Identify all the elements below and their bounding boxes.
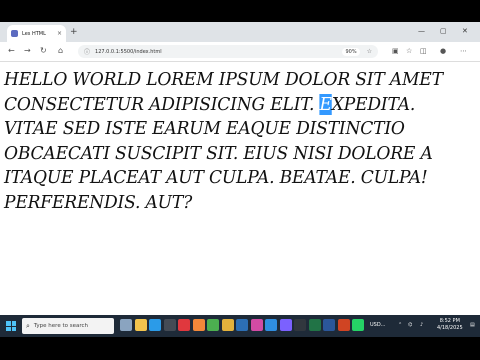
maximize-button[interactable]: ▢ (440, 25, 447, 37)
search-icon: ⌕ (26, 321, 30, 330)
minimize-button[interactable]: — (418, 25, 425, 37)
collections-icon[interactable]: ◫ (420, 47, 427, 56)
clock[interactable]: 8:52 PM 4/18/2025 (437, 318, 463, 332)
home-icon[interactable]: ⌂ (58, 45, 63, 57)
tab-title: Les HTML (22, 30, 46, 37)
browser-tab[interactable]: Les HTML × (7, 25, 66, 42)
volume-icon[interactable]: ♪ (420, 322, 423, 328)
taskbar: ⌕ Type here to search USD... ⌃ ⌬ ♪ 8:52 … (0, 315, 480, 337)
chrome-icon[interactable] (207, 319, 219, 331)
vscode-icon[interactable] (265, 319, 277, 331)
address-bar[interactable]: ⓘ 127.0.0.1:5500/index.html 90% ☆ (78, 45, 378, 58)
star-icon[interactable]: ☆ (367, 48, 372, 55)
page-content: HELLO WORLD LOREM IPSUM DOLOR SIT AMET C… (4, 68, 476, 215)
clock-date: 4/18/2025 (437, 325, 463, 331)
desktop-screen: Les HTML × + — ▢ ✕ ← → ↻ ⌂ ⓘ 127.0.0.1:5… (0, 22, 480, 337)
opera-icon[interactable] (178, 319, 190, 331)
close-window-button[interactable]: ✕ (462, 25, 468, 37)
paint-icon[interactable] (221, 319, 234, 331)
url-text: 127.0.0.1:5500/index.html (95, 48, 162, 55)
currency-widget[interactable]: USD... (370, 322, 385, 328)
search-placeholder: Type here to search (33, 323, 88, 329)
tray-overflow-icon[interactable]: ⌃ (398, 322, 402, 328)
terminal-icon[interactable] (163, 319, 176, 331)
firefox-icon[interactable] (192, 319, 205, 331)
whatsapp-icon[interactable] (352, 319, 364, 331)
powerpoint-icon[interactable] (337, 319, 350, 331)
extensions-icon[interactable]: ▣ (392, 47, 399, 56)
menu-icon[interactable]: ⋯ (460, 47, 467, 56)
browser-tabstrip: Les HTML × + — ▢ ✕ (0, 22, 480, 42)
task-view-icon[interactable] (120, 319, 132, 331)
back-arrow-icon[interactable]: ← (8, 45, 15, 57)
notification-icon[interactable]: ▤ (470, 322, 475, 328)
photoshop-icon[interactable] (236, 319, 248, 331)
xd-icon[interactable] (250, 319, 263, 331)
windows-start-icon[interactable] (3, 318, 19, 334)
new-tab-button[interactable]: + (70, 26, 78, 38)
word-icon[interactable] (323, 319, 335, 331)
tab-favicon-icon (11, 30, 18, 37)
selected-text[interactable]: E (319, 93, 332, 115)
figma-icon[interactable] (279, 319, 292, 331)
site-info-icon[interactable]: ⓘ (84, 47, 90, 56)
reload-icon[interactable]: ↻ (40, 45, 47, 57)
taskbar-search[interactable]: ⌕ Type here to search (22, 318, 114, 334)
network-icon[interactable]: ⌬ (408, 322, 412, 328)
paragraph-text: HELLO WORLD LOREM IPSUM DOLOR SIT AMET C… (4, 68, 452, 215)
clock-time: 8:52 PM (439, 318, 460, 324)
excel-icon[interactable] (308, 319, 321, 331)
favorites-icon[interactable]: ☆ (406, 47, 412, 56)
browser-toolbar: ← → ↻ ⌂ ⓘ 127.0.0.1:5500/index.html 90% … (0, 42, 480, 62)
forward-arrow-icon[interactable]: → (24, 45, 31, 57)
zoom-level-badge[interactable]: 90% (342, 47, 360, 56)
edge-icon[interactable] (149, 319, 161, 331)
profile-icon[interactable]: ● (440, 47, 446, 56)
app-dark-icon[interactable] (294, 319, 306, 331)
letterbox-bottom (0, 337, 480, 360)
file-explorer-icon[interactable] (134, 319, 147, 331)
tab-close-icon[interactable]: × (57, 30, 62, 37)
